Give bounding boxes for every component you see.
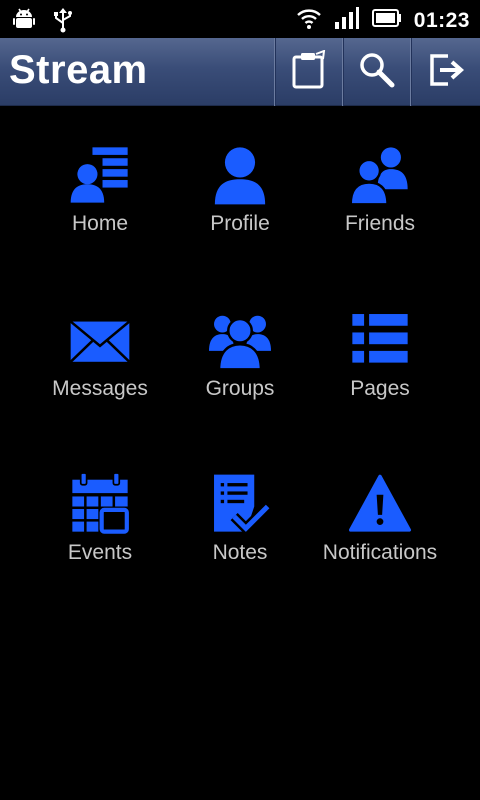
compose-icon (289, 48, 329, 95)
battery-icon (371, 8, 402, 33)
menu-item-label: Home (71, 212, 129, 235)
search-button[interactable] (342, 38, 410, 106)
menu-item-notes[interactable]: Notes (170, 435, 310, 565)
menu-item-events[interactable]: Events (30, 435, 170, 565)
warning-icon (349, 474, 411, 532)
logout-button[interactable] (410, 38, 480, 106)
friends-icon (349, 147, 408, 206)
menu-item-pages[interactable]: Pages (310, 271, 450, 401)
menu-item-friends[interactable]: Friends (310, 106, 450, 236)
menu-item-label: Notifications (322, 541, 438, 564)
menu-item-messages[interactable]: Messages (30, 271, 170, 401)
envelope-icon (69, 320, 131, 363)
usb-icon (52, 7, 74, 38)
menu-item-label: Friends (344, 212, 416, 235)
android-debug-icon (12, 7, 36, 38)
groups-icon (209, 315, 271, 371)
status-bar: 01:23 (0, 0, 480, 38)
menu-item-label: Groups (205, 377, 275, 400)
signal-icon (334, 6, 360, 35)
home-feed-icon (70, 147, 128, 203)
menu-item-home[interactable]: Home (30, 106, 170, 236)
menu-item-groups[interactable]: Groups (170, 271, 310, 401)
menu-item-label: Profile (210, 212, 270, 235)
action-bar: Stream (0, 38, 480, 106)
notes-icon (214, 474, 272, 535)
compose-button[interactable] (274, 38, 342, 106)
menu-item-notifications[interactable]: Notifications (310, 435, 450, 565)
status-time: 01:23 (413, 8, 470, 32)
logout-icon (426, 50, 466, 95)
menu-item-label: Messages (52, 377, 148, 400)
calendar-icon (72, 473, 129, 534)
menu-item-label: Events (67, 541, 133, 564)
app-title: Stream (9, 48, 148, 92)
pages-list-icon (352, 314, 408, 363)
wifi-icon (296, 6, 322, 35)
search-icon (357, 50, 397, 95)
profile-icon (214, 147, 266, 205)
menu-item-label: Notes (212, 541, 268, 564)
menu-item-profile[interactable]: Profile (170, 106, 310, 236)
menu-item-label: Pages (350, 377, 410, 400)
